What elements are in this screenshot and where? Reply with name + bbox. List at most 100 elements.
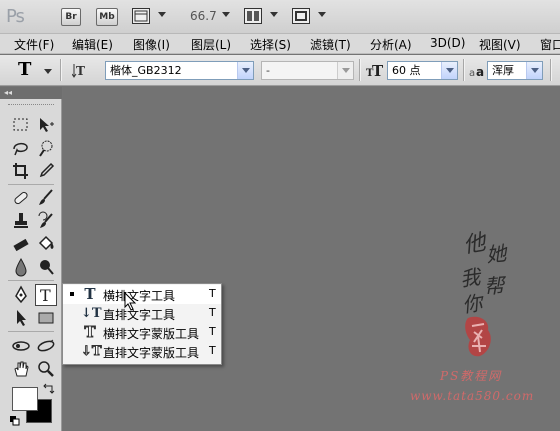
flyout-shortcut: T — [209, 344, 216, 357]
tools-divider — [8, 331, 54, 332]
flyout-horizontal-type[interactable]: T 横排文字工具 T — [63, 285, 221, 304]
marquee-tool-icon[interactable] — [10, 114, 32, 136]
view-extras-dropdown-icon[interactable] — [158, 12, 166, 17]
mouse-pointer-icon — [124, 291, 138, 312]
antialias-value: 浑厚 — [492, 64, 514, 77]
application-bar: Ps Br Mb 66.7 — [0, 0, 560, 34]
font-size-select[interactable]: 60 点 — [387, 61, 458, 80]
photoshop-logo: Ps — [6, 6, 25, 27]
3d-orbit-tool-icon[interactable] — [35, 335, 57, 357]
menu-filter[interactable]: 滤镜(T) — [310, 36, 351, 53]
history-brush-tool-icon[interactable] — [35, 210, 57, 232]
chevron-down-icon[interactable] — [441, 62, 457, 79]
zoom-tool-icon[interactable] — [35, 358, 57, 380]
type-tool-icon[interactable]: T — [35, 284, 57, 306]
arrange-dropdown-icon[interactable] — [270, 12, 278, 17]
options-separator — [359, 59, 361, 81]
clone-stamp-tool-icon[interactable] — [10, 210, 32, 232]
flyout-item-label: 横排文字蒙版工具 — [103, 327, 200, 341]
antialias-glyph-2: a — [476, 65, 484, 79]
font-size-glyph: T — [372, 62, 384, 79]
quick-selection-tool-icon[interactable] — [35, 137, 57, 159]
text-orientation-icon[interactable]: T — [71, 61, 92, 79]
3d-rotate-tool-icon[interactable] — [10, 335, 32, 357]
healing-brush-tool-icon[interactable] — [10, 187, 32, 209]
svg-text:T: T — [40, 286, 51, 305]
red-seal-stamp — [462, 312, 496, 362]
menu-3d[interactable]: 3D(D) — [430, 36, 465, 50]
svg-text:T: T — [76, 64, 85, 78]
antialias-glyph-1: a — [469, 68, 475, 79]
vertical-type-mask-icon: ↓T — [81, 344, 103, 360]
menu-analysis[interactable]: 分析(A) — [370, 36, 412, 53]
options-separator — [60, 59, 62, 81]
menu-view[interactable]: 视图(V) — [479, 36, 521, 53]
tools-panel: ◂◂ T — [0, 87, 62, 431]
chevron-down-icon[interactable] — [237, 62, 253, 79]
move-tool-icon[interactable] — [35, 114, 57, 136]
font-style-value: - — [266, 64, 270, 77]
eyedropper-tool-icon[interactable] — [35, 160, 57, 182]
flyout-horizontal-type-mask[interactable]: T 横排文字蒙版工具 T — [63, 323, 221, 342]
menu-image[interactable]: 图像(I) — [133, 36, 170, 53]
antialias-icon: aa — [469, 63, 485, 79]
options-bar: T T 楷体_GB2312 - TT 60 点 aa 浑厚 — [0, 55, 560, 86]
tool-preset-dropdown-icon[interactable] — [44, 69, 52, 74]
view-extras-icon[interactable] — [132, 8, 150, 24]
font-family-select[interactable]: 楷体_GB2312 — [105, 61, 254, 80]
pen-tool-icon[interactable] — [10, 284, 32, 306]
horizontal-type-mask-icon: T — [84, 323, 96, 342]
watermark-site-cn: PS教程网 — [440, 369, 503, 383]
brush-tool-icon[interactable] — [35, 187, 57, 209]
chevron-down-icon[interactable] — [337, 62, 353, 79]
zoom-level[interactable]: 66.7 — [190, 9, 217, 23]
foreground-color-swatch[interactable] — [12, 387, 38, 411]
crop-tool-icon[interactable] — [10, 160, 32, 182]
path-selection-tool-icon[interactable] — [10, 307, 32, 329]
launch-minibridge-button[interactable]: Mb — [96, 8, 118, 26]
screen-mode-icon[interactable] — [292, 8, 310, 24]
flyout-item-label: 直排文字工具 — [103, 308, 176, 322]
menu-select[interactable]: 选择(S) — [250, 36, 291, 53]
chevron-down-icon[interactable] — [526, 62, 542, 79]
lasso-tool-icon[interactable] — [10, 137, 32, 159]
tool-preset-icon[interactable]: T — [18, 59, 31, 80]
panel-collapse-toggle[interactable]: ◂◂ — [0, 87, 62, 99]
font-style-select[interactable]: - — [261, 61, 354, 80]
tools-divider — [8, 280, 54, 281]
launch-bridge-button[interactable]: Br — [61, 8, 81, 26]
default-colors-icon[interactable] — [10, 415, 20, 426]
swap-colors-icon[interactable] — [42, 383, 56, 395]
dodge-tool-icon[interactable] — [35, 256, 57, 278]
watermark-char: 她 — [484, 241, 508, 267]
hand-tool-icon[interactable] — [10, 358, 32, 380]
flyout-item-label: 横排文字工具 — [103, 289, 176, 303]
blur-tool-icon[interactable] — [10, 256, 32, 278]
options-separator — [550, 59, 552, 81]
panel-grip[interactable] — [8, 104, 54, 106]
watermark-site-url: www.tata580.com — [410, 389, 535, 403]
flyout-shortcut: T — [209, 325, 216, 338]
menu-file[interactable]: 文件(F) — [14, 36, 54, 53]
horizontal-type-icon: T — [84, 285, 96, 303]
menu-window[interactable]: 窗口 — [540, 36, 560, 53]
zoom-dropdown-icon[interactable] — [222, 12, 230, 17]
flyout-vertical-type[interactable]: ↓T 直排文字工具 T — [63, 304, 221, 323]
paint-bucket-tool-icon[interactable] — [35, 233, 57, 255]
flyout-vertical-type-mask[interactable]: ↓T 直排文字蒙版工具 T — [63, 342, 221, 361]
font-family-value: 楷体_GB2312 — [110, 64, 182, 77]
flyout-shortcut: T — [209, 287, 216, 300]
eraser-tool-icon[interactable] — [10, 233, 32, 255]
tools-divider — [8, 184, 54, 185]
arrange-documents-icon[interactable] — [244, 8, 262, 24]
rectangle-tool-icon[interactable] — [35, 307, 57, 329]
font-size-value: 60 点 — [392, 64, 421, 77]
flyout-item-label: 直排文字蒙版工具 — [103, 346, 200, 360]
selected-bullet-icon — [70, 292, 74, 296]
font-size-icon: TT — [366, 61, 386, 80]
menu-layer[interactable]: 图层(L) — [191, 36, 231, 53]
screen-mode-dropdown-icon[interactable] — [318, 12, 326, 17]
vertical-type-icon: ↓T — [81, 306, 102, 321]
antialias-select[interactable]: 浑厚 — [487, 61, 543, 80]
menu-edit[interactable]: 编辑(E) — [72, 36, 113, 53]
